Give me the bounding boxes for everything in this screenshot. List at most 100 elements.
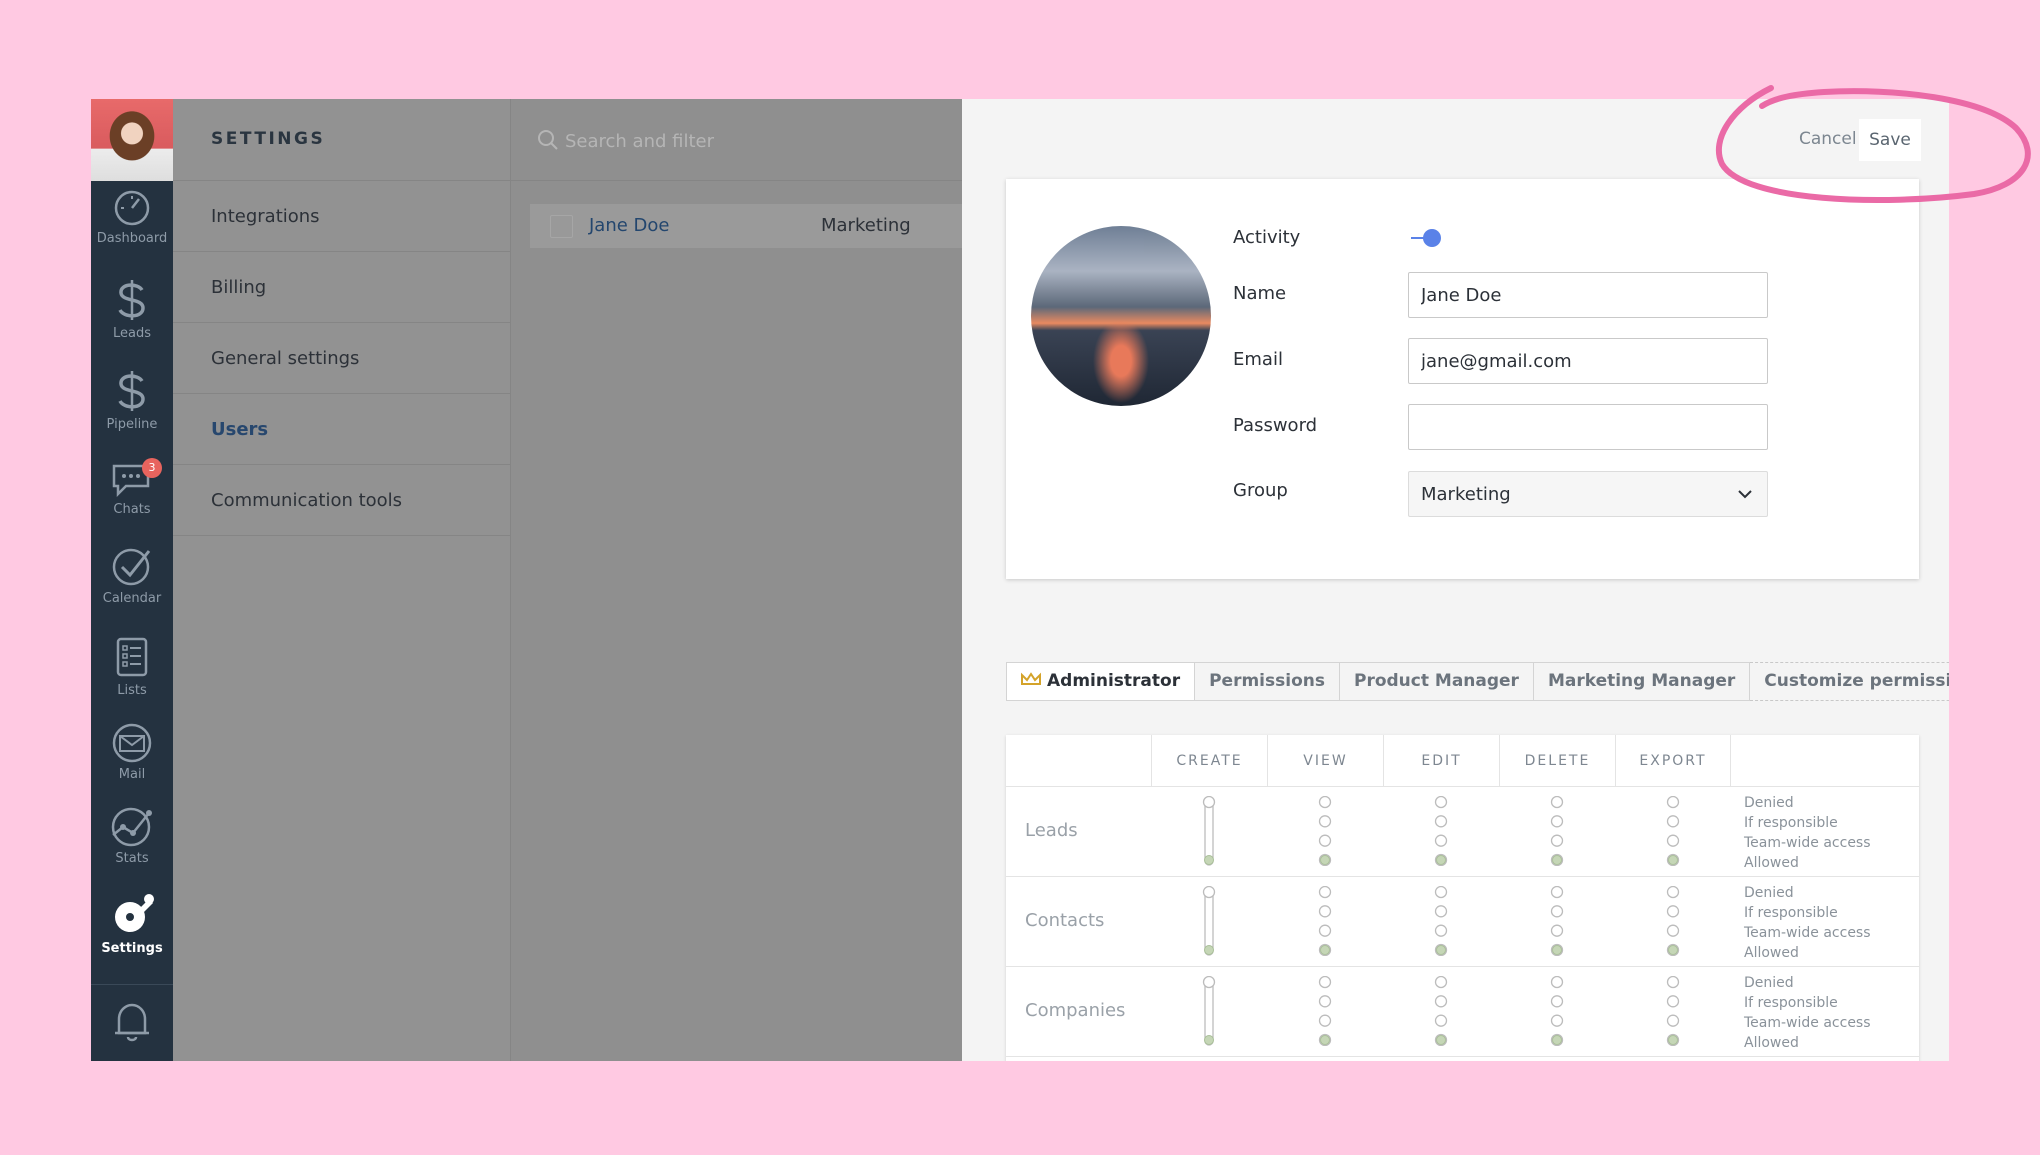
name-input[interactable]	[1408, 272, 1768, 318]
permission-slider-export[interactable]	[1665, 886, 1681, 956]
level-label: If responsible	[1744, 995, 1838, 1011]
highlight-annotation	[1715, 85, 2031, 203]
user-name[interactable]: Jane Doe	[589, 215, 670, 236]
dollar-icon	[118, 371, 145, 411]
table-row[interactable]: Jane Doe Marketing	[530, 204, 970, 248]
permissions-header: CREATE VIEW EDIT DELETE EXPORT	[1006, 735, 1919, 787]
dashboard-icon	[114, 190, 150, 226]
col-edit: EDIT	[1383, 735, 1499, 787]
level-label: Team-wide access	[1744, 925, 1871, 941]
bell-icon	[115, 1003, 149, 1042]
mail-icon	[112, 723, 152, 763]
profile-photo[interactable]	[1031, 226, 1211, 406]
level-label: Denied	[1744, 885, 1794, 901]
level-label: Denied	[1744, 795, 1794, 811]
tab-label: Administrator	[1047, 671, 1181, 691]
permission-slider-view[interactable]	[1317, 886, 1333, 956]
settings-header: SETTINGS	[173, 99, 510, 181]
stats-icon	[111, 807, 152, 847]
profile-card: Activity Name Email Password Group Marke…	[1006, 179, 1919, 579]
permission-levels: Denied If responsible Team-wide access A…	[1744, 973, 1871, 1053]
rail-label: Calendar	[102, 591, 162, 606]
settings-item-general[interactable]: General settings	[173, 323, 510, 394]
row-label: Contacts	[1025, 910, 1105, 931]
permission-slider-create[interactable]	[1201, 886, 1217, 956]
permission-slider-view[interactable]	[1317, 796, 1333, 866]
permission-slider-create[interactable]	[1201, 976, 1217, 1046]
col-export: EXPORT	[1615, 735, 1731, 787]
permission-slider-view[interactable]	[1317, 976, 1333, 1046]
rail-item-dashboard[interactable]: Dashboard	[91, 181, 173, 267]
user-group: Marketing	[821, 215, 911, 236]
rail-item-mail[interactable]: Mail	[91, 717, 173, 803]
search-input[interactable]	[565, 127, 945, 155]
check-circle-icon	[112, 548, 151, 586]
tab-marketing-manager[interactable]: Marketing Manager	[1533, 662, 1751, 701]
permission-slider-delete[interactable]	[1549, 976, 1565, 1046]
permission-slider-create[interactable]	[1201, 796, 1217, 866]
search-bar	[511, 99, 963, 181]
level-label: Allowed	[1744, 1035, 1799, 1051]
settings-menu: SETTINGS Integrations Billing General se…	[173, 99, 510, 1061]
email-label: Email	[1233, 349, 1283, 370]
password-input[interactable]	[1408, 404, 1768, 450]
rail-label: Mail	[118, 767, 146, 782]
rail-item-settings[interactable]: Settings	[91, 887, 173, 973]
level-label: Team-wide access	[1744, 835, 1871, 851]
col-view: VIEW	[1267, 735, 1383, 787]
level-label: If responsible	[1744, 905, 1838, 921]
permission-slider-delete[interactable]	[1549, 886, 1565, 956]
rail-label: Settings	[101, 941, 163, 956]
email-input[interactable]	[1408, 338, 1768, 384]
table-row: Contacts Denied If responsible Team-wide…	[1006, 877, 1919, 967]
tab-permissions[interactable]: Permissions	[1195, 662, 1340, 701]
settings-item-billing[interactable]: Billing	[173, 252, 510, 323]
row-checkbox[interactable]	[550, 215, 573, 238]
notifications-button[interactable]	[91, 984, 173, 1061]
dollar-icon	[118, 280, 145, 320]
table-row: Companies Denied If responsible Team-wid…	[1006, 967, 1919, 1057]
list-icon	[116, 637, 148, 677]
level-label: Denied	[1744, 975, 1794, 991]
level-label: If responsible	[1744, 815, 1838, 831]
settings-item-communication[interactable]: Communication tools	[173, 465, 510, 536]
rail-label: Pipeline	[106, 417, 158, 432]
users-list-panel: Jane Doe Marketing	[510, 99, 970, 1061]
role-tabs: Administrator Permissions Product Manage…	[1006, 662, 1949, 701]
tab-customize-permissions[interactable]: Customize permissions	[1750, 662, 1949, 701]
permission-slider-edit[interactable]	[1433, 796, 1449, 866]
row-label: Leads	[1025, 820, 1078, 841]
rail-item-lists[interactable]: Lists	[91, 629, 173, 715]
tab-administrator[interactable]: Administrator	[1006, 662, 1196, 701]
permission-slider-delete[interactable]	[1549, 796, 1565, 866]
rail-item-stats[interactable]: Stats	[91, 799, 173, 885]
app-window: Dashboard Leads Pipeline 3 Chats Calenda…	[91, 99, 1949, 1061]
permission-slider-export[interactable]	[1665, 976, 1681, 1046]
rail-label: Stats	[115, 851, 149, 866]
group-select[interactable]: Marketing	[1408, 471, 1768, 517]
settings-item-integrations[interactable]: Integrations	[173, 181, 510, 252]
rail-item-chats[interactable]: 3 Chats	[91, 454, 173, 540]
avatar[interactable]	[91, 99, 173, 181]
tab-product-manager[interactable]: Product Manager	[1339, 662, 1534, 701]
settings-item-users[interactable]: Users	[173, 394, 510, 465]
search-icon	[538, 130, 558, 150]
table-row: Leads Denied If responsible Team-wide ac…	[1006, 787, 1919, 877]
rail-item-leads[interactable]: Leads	[91, 272, 173, 358]
level-label: Allowed	[1744, 945, 1799, 961]
row-label: Companies	[1025, 1000, 1126, 1021]
col-delete: DELETE	[1499, 735, 1615, 787]
rail-label: Leads	[112, 326, 151, 341]
wrench-icon	[115, 894, 154, 932]
nav-rail: Dashboard Leads Pipeline 3 Chats Calenda…	[91, 99, 173, 1061]
chat-count-badge: 3	[142, 458, 162, 478]
name-label: Name	[1233, 283, 1287, 304]
user-detail-panel: Cancel Save Activity Name Email Password…	[962, 99, 1949, 1061]
settings-title: SETTINGS	[211, 129, 326, 149]
permission-slider-edit[interactable]	[1433, 886, 1449, 956]
activity-toggle[interactable]	[1411, 227, 1443, 249]
rail-item-pipeline[interactable]: Pipeline	[91, 363, 173, 449]
permission-slider-export[interactable]	[1665, 796, 1681, 866]
permission-slider-edit[interactable]	[1433, 976, 1449, 1046]
rail-item-calendar[interactable]: Calendar	[91, 539, 173, 625]
